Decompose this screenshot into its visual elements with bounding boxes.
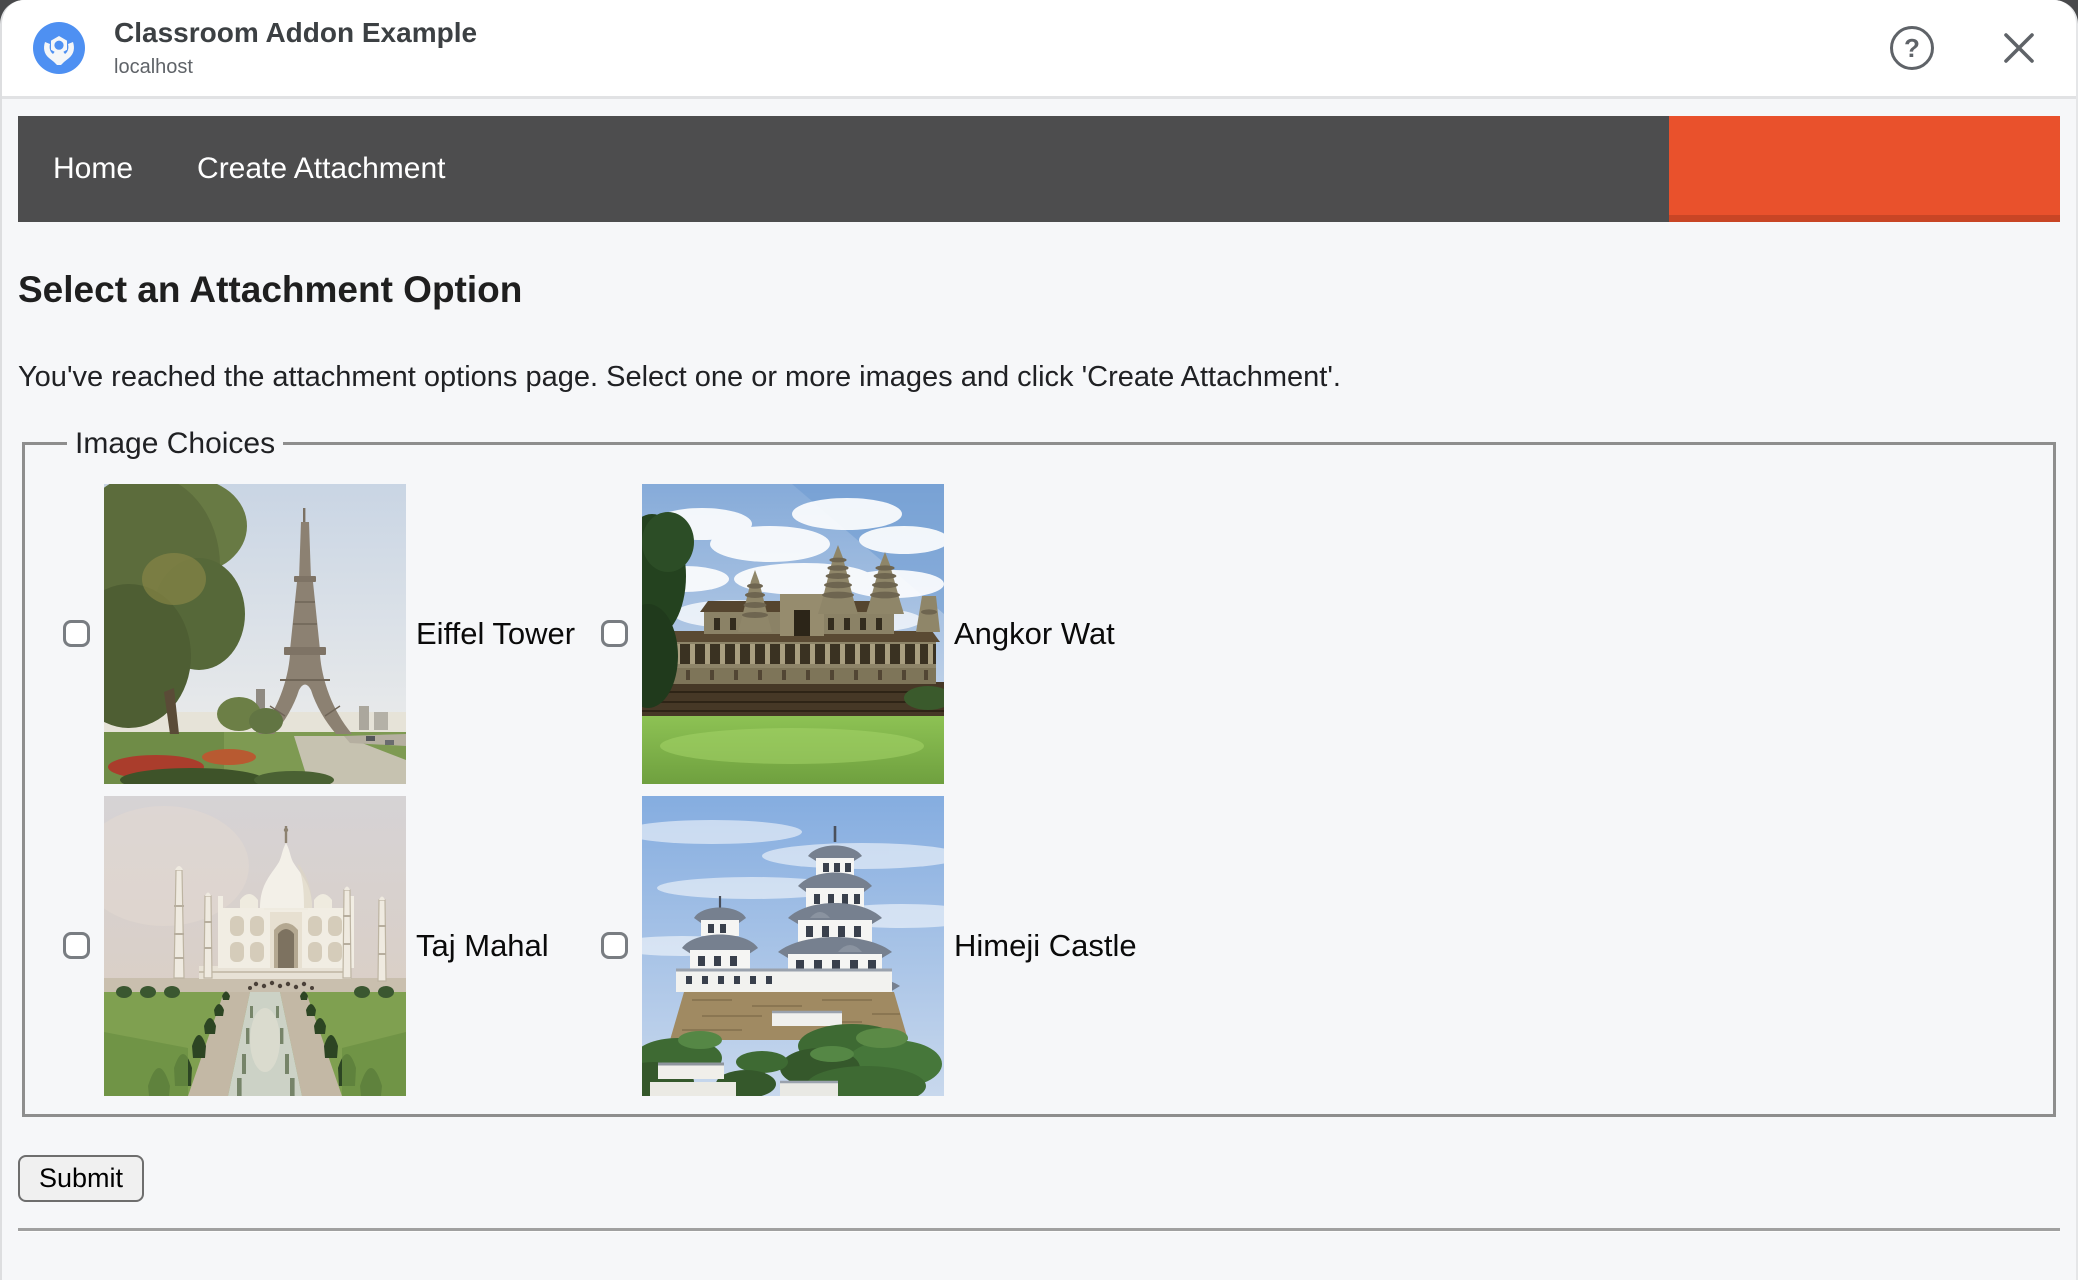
app-logo-icon: [33, 22, 85, 74]
nav-home-link[interactable]: Home: [53, 152, 133, 186]
image-choices-legend: Image Choices: [75, 426, 276, 460]
angkor-wat-image: [642, 483, 944, 784]
nav-create-attachment-link[interactable]: Create Attachment: [197, 152, 445, 186]
addon-dialog: Classroom Addon Example localhost ? Home…: [0, 0, 2078, 1280]
intro-text: You've reached the attachment options pa…: [18, 361, 1341, 394]
choices-grid: Eiffel Tower Angkor Wat Taj Mahal Himeji…: [63, 483, 2037, 1096]
eiffel-tower-checkbox[interactable]: [63, 620, 90, 648]
submit-button[interactable]: Submit: [18, 1154, 145, 1202]
choice-label: Angkor Wat: [954, 615, 1115, 651]
page-content: Home Create Attachment Select an Attachm…: [2, 116, 2076, 1232]
choice-taj-mahal: Taj Mahal: [63, 795, 601, 1096]
choice-eiffel-tower: Eiffel Tower: [63, 483, 601, 784]
dialog-subtitle: localhost: [114, 55, 193, 78]
nav-accent-bar: [1669, 116, 2060, 222]
choice-himeji-castle: Himeji Castle: [601, 795, 1137, 1096]
choice-label: Taj Mahal: [416, 927, 549, 963]
close-icon[interactable]: [2000, 29, 2038, 67]
taj-mahal-image: [104, 795, 406, 1096]
choice-angkor-wat: Angkor Wat: [601, 483, 1137, 784]
dialog-title: Classroom Addon Example: [114, 17, 478, 49]
dialog-titles: Classroom Addon Example localhost: [114, 17, 1890, 78]
image-choices-fieldset: Image Choices Eiffel Tower Angkor Wat Ta…: [22, 425, 2056, 1117]
himeji-castle-image: [642, 795, 944, 1096]
taj-mahal-checkbox[interactable]: [63, 932, 90, 960]
dialog-header: Classroom Addon Example localhost ?: [2, 0, 2076, 99]
bottom-divider: [18, 1227, 2060, 1232]
choice-label: Himeji Castle: [954, 927, 1137, 963]
himeji-castle-checkbox[interactable]: [601, 932, 628, 960]
eiffel-tower-image: [104, 483, 406, 784]
page-title: Select an Attachment Option: [18, 269, 523, 310]
angkor-wat-checkbox[interactable]: [601, 620, 628, 648]
help-icon[interactable]: ?: [1890, 26, 1934, 70]
choice-label: Eiffel Tower: [416, 615, 576, 651]
navigation-bar: Home Create Attachment: [18, 116, 2060, 222]
